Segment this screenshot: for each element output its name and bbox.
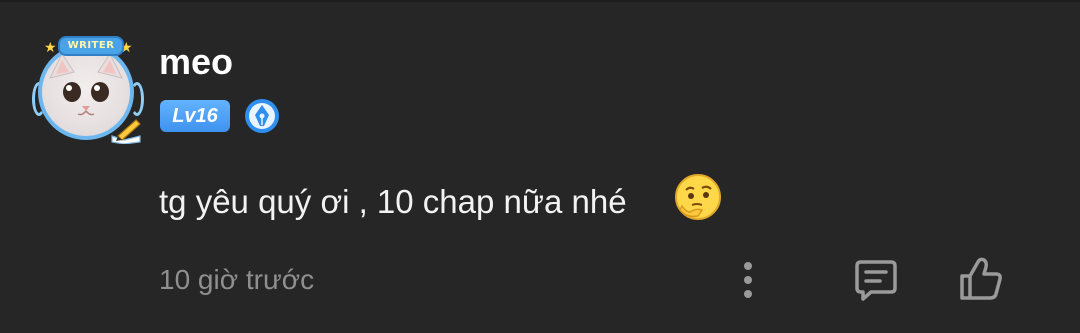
more-options-button[interactable]: [728, 256, 768, 304]
star-icon: ★: [44, 39, 57, 55]
thinking-face-emoji: [675, 174, 721, 220]
username[interactable]: meo: [159, 40, 233, 84]
like-button[interactable]: [954, 252, 1008, 306]
pen-icon: [111, 119, 141, 144]
avatar-frame-label: WRITER: [58, 36, 124, 56]
comment-text: tg yêu quý ơi , 10 chap nữa nhé: [159, 183, 627, 220]
comment-bubble-icon: [855, 260, 897, 301]
avatar[interactable]: ★ ★ WRITER: [32, 36, 144, 144]
level-badge: Lv16: [160, 100, 230, 132]
timestamp: 10 giờ trước: [159, 264, 315, 295]
divider: [0, 0, 1080, 2]
pen-nib-badge-icon: [245, 99, 279, 133]
vertical-dots-icon: [744, 262, 752, 298]
reply-button[interactable]: [850, 254, 902, 306]
comment-item: ★ ★ WRITER meo Lv16 tg yêu quý ơi , 10 c…: [0, 0, 1080, 333]
thumbs-up-icon: [960, 257, 1002, 300]
